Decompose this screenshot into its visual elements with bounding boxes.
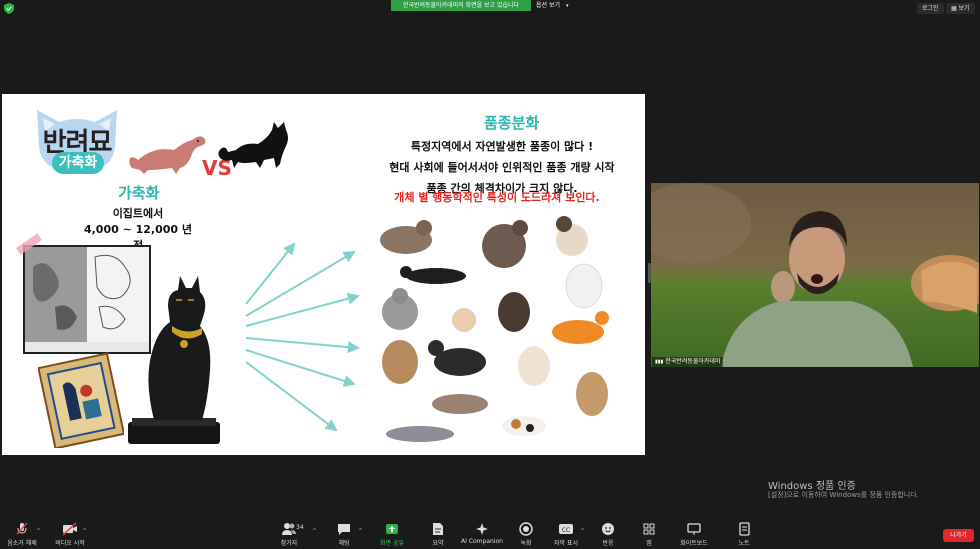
cat-breed-1 xyxy=(380,220,432,254)
ai-sparkle-icon xyxy=(476,523,488,535)
participants-options-caret[interactable]: ^ xyxy=(312,528,317,535)
cat-breed-6 xyxy=(382,288,418,330)
participants-label: 참가자 xyxy=(280,540,298,547)
participant-name-tag: ▮▮▮ 한국반려동물아카데미 xyxy=(652,357,724,367)
ai-companion-button[interactable]: AI Companion xyxy=(460,522,504,545)
logo-pill: 가축화 xyxy=(52,152,104,174)
share-screen-label: 화면 공유 xyxy=(380,540,404,547)
chat-label: 채팅 xyxy=(338,540,350,547)
video-off-icon xyxy=(62,522,77,536)
cat-breed-16 xyxy=(502,416,546,436)
reactions-button[interactable]: 반응 xyxy=(598,522,618,547)
weasel-illustration xyxy=(129,136,206,174)
apps-button[interactable]: 앱 xyxy=(640,522,658,547)
participant-name: 한국반려동물아카데미 xyxy=(665,358,721,365)
participant-video[interactable] xyxy=(651,183,979,367)
bastet-statue-image xyxy=(128,276,220,444)
captions-label: 자막 표시 xyxy=(554,540,578,547)
unmute-label: 음소거 해제 xyxy=(7,540,37,547)
view-options-button[interactable]: 옵션 보기 ▾ xyxy=(536,0,569,11)
breed-heading: 품종분화 xyxy=(484,114,540,132)
leave-meeting-button[interactable]: 나가기 xyxy=(943,529,974,542)
security-shield-icon[interactable] xyxy=(4,3,14,14)
cat-breed-9 xyxy=(552,311,609,344)
cat-breed-10 xyxy=(382,340,418,384)
muted-microphone-icon xyxy=(16,522,28,535)
share-screen-button[interactable]: 화면 공유 xyxy=(376,522,408,547)
audio-options-caret[interactable]: ^ xyxy=(36,528,41,535)
reactions-label: 반응 xyxy=(602,540,614,547)
chat-bubble-icon xyxy=(338,524,350,535)
cat-breed-11 xyxy=(428,340,486,376)
breed-line-2: 현대 사회에 들어서서야 인위적인 품종 개량 시작 xyxy=(389,161,615,174)
cat-breed-4 xyxy=(400,266,466,284)
cat-breed-3 xyxy=(556,216,588,256)
notes-icon xyxy=(739,522,750,536)
whiteboard-icon xyxy=(687,523,701,535)
notes-button[interactable]: 노트 xyxy=(734,522,754,547)
summary-button[interactable]: 요약 xyxy=(426,522,450,547)
sign-in-button[interactable]: 로그인 xyxy=(917,3,944,14)
grid-view-icon: ▦ xyxy=(951,5,957,12)
whiteboard-button[interactable]: 화이트보드 xyxy=(676,522,712,547)
svg-text:CC: CC xyxy=(562,527,570,534)
view-options-label: 옵션 보기 xyxy=(536,2,560,9)
shared-screen-slide: 반려묘 가축화 VS 가축화 이집트에서 4,000 ~ 12,000 년 전 xyxy=(2,94,645,455)
black-cat-illustration xyxy=(218,122,288,168)
sharing-status-banner: 한국반려동물아카데미의 화면을 보고 있습니다 xyxy=(391,0,531,11)
domestication-heading: 가축화 xyxy=(118,184,160,202)
cat-breed-15 xyxy=(386,426,454,442)
ai-companion-label: AI Companion xyxy=(461,538,503,545)
summary-label: 요약 xyxy=(432,540,444,547)
egyptian-papyrus-image xyxy=(38,352,124,448)
breed-highlight: 개체 별 행동학적인 특성이 도드라져 보인다. xyxy=(394,191,600,204)
unmute-button[interactable]: 음소거 해제 xyxy=(4,522,40,547)
cat-breed-5 xyxy=(565,263,603,309)
video-panel-resize-handle[interactable] xyxy=(648,263,651,283)
captions-options-caret[interactable]: ^ xyxy=(580,528,585,535)
chat-options-caret[interactable]: ^ xyxy=(358,528,363,535)
record-button[interactable]: 녹화 xyxy=(514,522,538,547)
cat-breed-13 xyxy=(576,372,608,416)
whiteboard-label: 화이트보드 xyxy=(680,540,708,547)
egypt-line-1: 이집트에서 xyxy=(112,207,164,220)
share-screen-icon xyxy=(386,524,398,534)
notes-label: 노트 xyxy=(738,540,750,547)
cat-breed-14 xyxy=(432,394,488,414)
apps-icon xyxy=(643,523,655,535)
participants-icon xyxy=(282,523,296,535)
chevron-down-icon: ▾ xyxy=(566,3,569,9)
closed-captions-icon: CC xyxy=(559,524,573,534)
windows-activation-subtitle: [설정]으로 이동하여 Windows를 정품 인증합니다. xyxy=(768,491,919,499)
participant-video-frame xyxy=(651,183,979,367)
chat-button[interactable]: 채팅 xyxy=(332,522,356,547)
view-button-label: 보기 xyxy=(958,5,970,12)
cat-breed-8 xyxy=(498,292,530,332)
view-button[interactable]: ▦ 보기 xyxy=(946,3,975,14)
summary-document-icon xyxy=(433,523,443,535)
cat-breed-12 xyxy=(518,346,550,386)
apps-label: 앱 xyxy=(646,540,652,547)
cat-breeds-illustration xyxy=(380,216,609,442)
start-video-label: 비디오 시작 xyxy=(55,540,85,547)
video-options-caret[interactable]: ^ xyxy=(82,528,87,535)
cat-breed-2 xyxy=(482,220,528,268)
diverging-arrows xyxy=(245,242,360,432)
captions-button[interactable]: CC 자막 표시 xyxy=(550,522,582,547)
reaction-smiley-icon xyxy=(602,523,614,535)
cat-breed-7 xyxy=(452,308,476,332)
signal-strength-icon: ▮▮▮ xyxy=(655,359,664,365)
breed-line-1: 특정지역에서 자연발생한 품종이 많다 ! xyxy=(410,140,594,153)
record-label: 녹화 xyxy=(520,540,532,547)
participants-count: 34 xyxy=(296,524,304,531)
record-icon xyxy=(519,522,533,536)
